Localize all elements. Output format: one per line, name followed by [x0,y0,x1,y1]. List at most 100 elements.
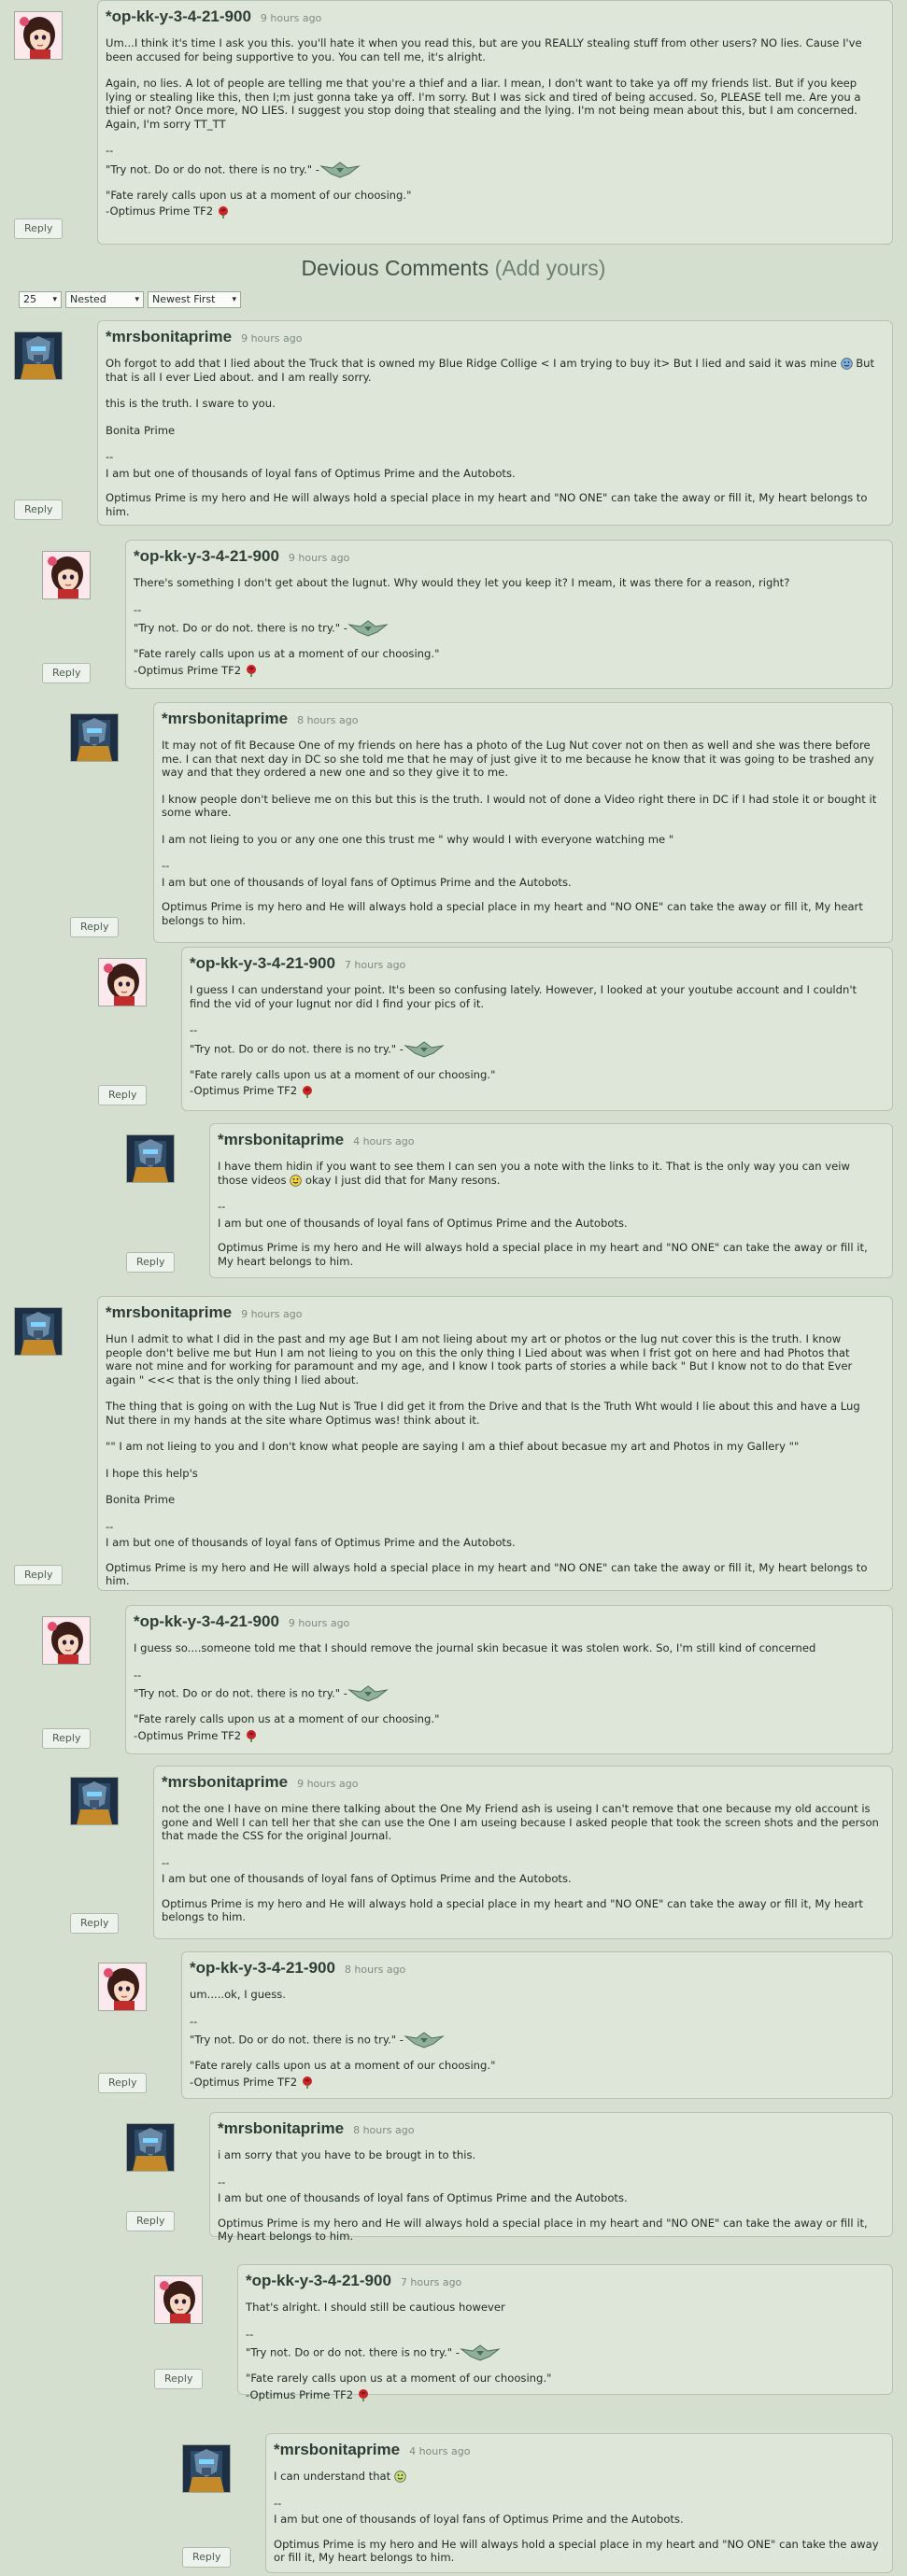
comment-body: um.....ok, I guess. -- "Try not. Do or do … [190,1988,879,2089]
reply-button[interactable]: Reply [14,500,64,520]
signature: -- I am but one of thousands of loyal fan… [218,2175,879,2244]
avatar[interactable] [70,1777,119,1825]
signature: -- "Try not. Do or do not. there is no tr… [190,1023,879,1098]
comment-body: There's something I don't get about the … [134,576,879,677]
reply-button[interactable]: Reply [14,218,64,239]
reply-button[interactable]: Reply [98,1085,148,1105]
reply-button[interactable]: Reply [154,2369,204,2389]
timestamp[interactable]: 9 hours ago [241,1308,302,1320]
avatar[interactable] [154,2275,203,2324]
section-title-text: Devious Comments [301,256,489,280]
reply-button[interactable]: Reply [126,2211,176,2231]
signature-dash: -- [162,859,170,872]
author-name[interactable]: *mrsbonitaprime [106,328,232,345]
comment: *op-kk-y-3-4-21-900 8 hours ago um.....ok,… [98,1951,893,2099]
signature: -- I am but one of thousands of loyal fan… [162,859,879,927]
author-name[interactable]: *op-kk-y-3-4-21-900 [190,954,335,972]
author-name[interactable]: *op-kk-y-3-4-21-900 [246,2272,391,2289]
timestamp[interactable]: 9 hours ago [289,1617,349,1629]
signature-line-1: I am but one of thousands of loyal fans … [162,1872,572,1885]
author-name[interactable]: *mrsbonitaprime [218,2119,344,2137]
comment-paragraph: I hope this help's [106,1466,198,1480]
reply-button[interactable]: Reply [98,2073,148,2093]
author-name[interactable]: *mrsbonitaprime [218,1131,344,1148]
avatar[interactable] [14,11,63,60]
comment-paragraph: Bonita Prime [106,423,176,437]
signature: -- I am but one of thousands of loyal fan… [106,450,879,518]
signature: -- I am but one of thousands of loyal fan… [162,1856,879,1924]
signature-quote-1: "Try not. Do or do not. there is no try.… [190,1040,879,1059]
comment: *op-kk-y-3-4-21-900 7 hours ago I guess I … [98,947,893,1111]
timestamp[interactable]: 9 hours ago [241,332,302,345]
signature-line-2: Optimus Prime is my hero and He will alw… [274,2537,879,2565]
rose-icon [217,204,230,218]
signature: -- I am but one of thousands of loyal fan… [218,1200,879,1268]
comment-paragraph: The thing that is going on with the Lug … [106,1400,860,1427]
timestamp[interactable]: 4 hours ago [409,2445,470,2457]
signature-quote-2: "Fate rarely calls upon us at a moment o… [190,2059,496,2072]
reply-button[interactable]: Reply [70,1913,120,1934]
avatar[interactable] [98,958,147,1006]
comment-box: *op-kk-y-3-4-21-900 7 hours ago That's alr… [237,2264,893,2401]
timestamp[interactable]: 9 hours ago [297,1778,358,1790]
comment-body: I guess I can understand your point. It'… [190,983,879,1098]
reply-button[interactable]: Reply [182,2547,232,2568]
avatar[interactable] [70,713,119,762]
comment: *mrsbonitaprime 8 hours ago i am sorry tha… [126,2112,893,2243]
comment-box: *op-kk-y-3-4-21-900 9 hours ago I guess so… [125,1605,893,1754]
comment-body: i am sorry that you have to be brougt in… [218,2148,879,2244]
timestamp[interactable]: 4 hours ago [353,1135,414,1147]
comments-page: Devious Comments (Add yours) 25 ▾ Nested ▾ Ne… [0,0,907,2576]
avatar[interactable] [126,1134,175,1183]
autobot-emblem-icon [404,1040,445,1058]
signature-dash: -- [106,1519,114,1533]
comment-body: not the one I have on mine there talking… [162,1802,879,1924]
comment-paragraph: Hun I admit to what I did in the past an… [106,1332,853,1387]
view-mode-select[interactable]: Nested ▾ [65,291,144,308]
avatar[interactable] [42,1616,91,1665]
author-name[interactable]: *op-kk-y-3-4-21-900 [134,1612,279,1630]
timestamp[interactable]: 8 hours ago [345,1964,405,1976]
author-name[interactable]: *mrsbonitaprime [162,710,288,727]
signature-line: -Optimus Prime TF2 [134,1728,242,1742]
timestamp[interactable]: 9 hours ago [261,12,321,24]
per-page-select[interactable]: 25 ▾ [19,291,62,308]
comment: *op-kk-y-3-4-21-900 7 hours ago That's alr… [154,2264,893,2401]
add-yours-link[interactable]: (Add yours) [495,256,606,280]
reply-button[interactable]: Reply [14,1565,64,1585]
author-name[interactable]: *op-kk-y-3-4-21-900 [106,7,251,25]
author-name[interactable]: *mrsbonitaprime [162,1773,288,1791]
comment-paragraph: There's something I don't get about the … [134,576,790,589]
comment-header: *op-kk-y-3-4-21-900 9 hours ago [134,1612,879,1641]
author-name[interactable]: *op-kk-y-3-4-21-900 [134,547,279,565]
signature-attribution: -Optimus Prime TF2 [106,204,879,218]
comment-paragraph: Again, no lies. A lot of people are tell… [106,77,861,131]
smiley-icon [290,1174,302,1187]
comment-header: *mrsbonitaprime 8 hours ago [162,710,879,739]
timestamp[interactable]: 7 hours ago [345,959,405,971]
reply-button[interactable]: Reply [42,1728,92,1749]
timestamp[interactable]: 8 hours ago [353,2124,414,2136]
signature-line: "Try not. Do or do not. there is no try.… [190,1042,404,1055]
comment-paragraph: I have them hidin if you want to see the… [218,1160,879,1187]
timestamp[interactable]: 7 hours ago [401,2276,461,2288]
author-name[interactable]: *op-kk-y-3-4-21-900 [190,1959,335,1977]
avatar[interactable] [42,551,91,599]
sort-order-select[interactable]: Newest First ▾ [148,291,241,308]
timestamp[interactable]: 9 hours ago [289,552,349,564]
comment-header: *op-kk-y-3-4-21-900 9 hours ago [106,7,879,36]
avatar[interactable] [182,2444,231,2493]
reply-button[interactable]: Reply [70,917,120,937]
avatar[interactable] [14,1307,63,1356]
timestamp[interactable]: 8 hours ago [297,714,358,726]
reply-button[interactable]: Reply [42,663,92,683]
avatar[interactable] [126,2123,175,2172]
avatar[interactable] [14,331,63,380]
reply-button[interactable]: Reply [126,1252,176,1273]
avatar[interactable] [98,1963,147,2011]
signature-dash: -- [190,2014,198,2028]
signature-quote-1: "Try not. Do or do not. there is no try.… [134,1684,879,1703]
signature-attribution: -Optimus Prime TF2 [134,1728,879,1742]
author-name[interactable]: *mrsbonitaprime [274,2441,400,2458]
author-name[interactable]: *mrsbonitaprime [106,1303,232,1321]
